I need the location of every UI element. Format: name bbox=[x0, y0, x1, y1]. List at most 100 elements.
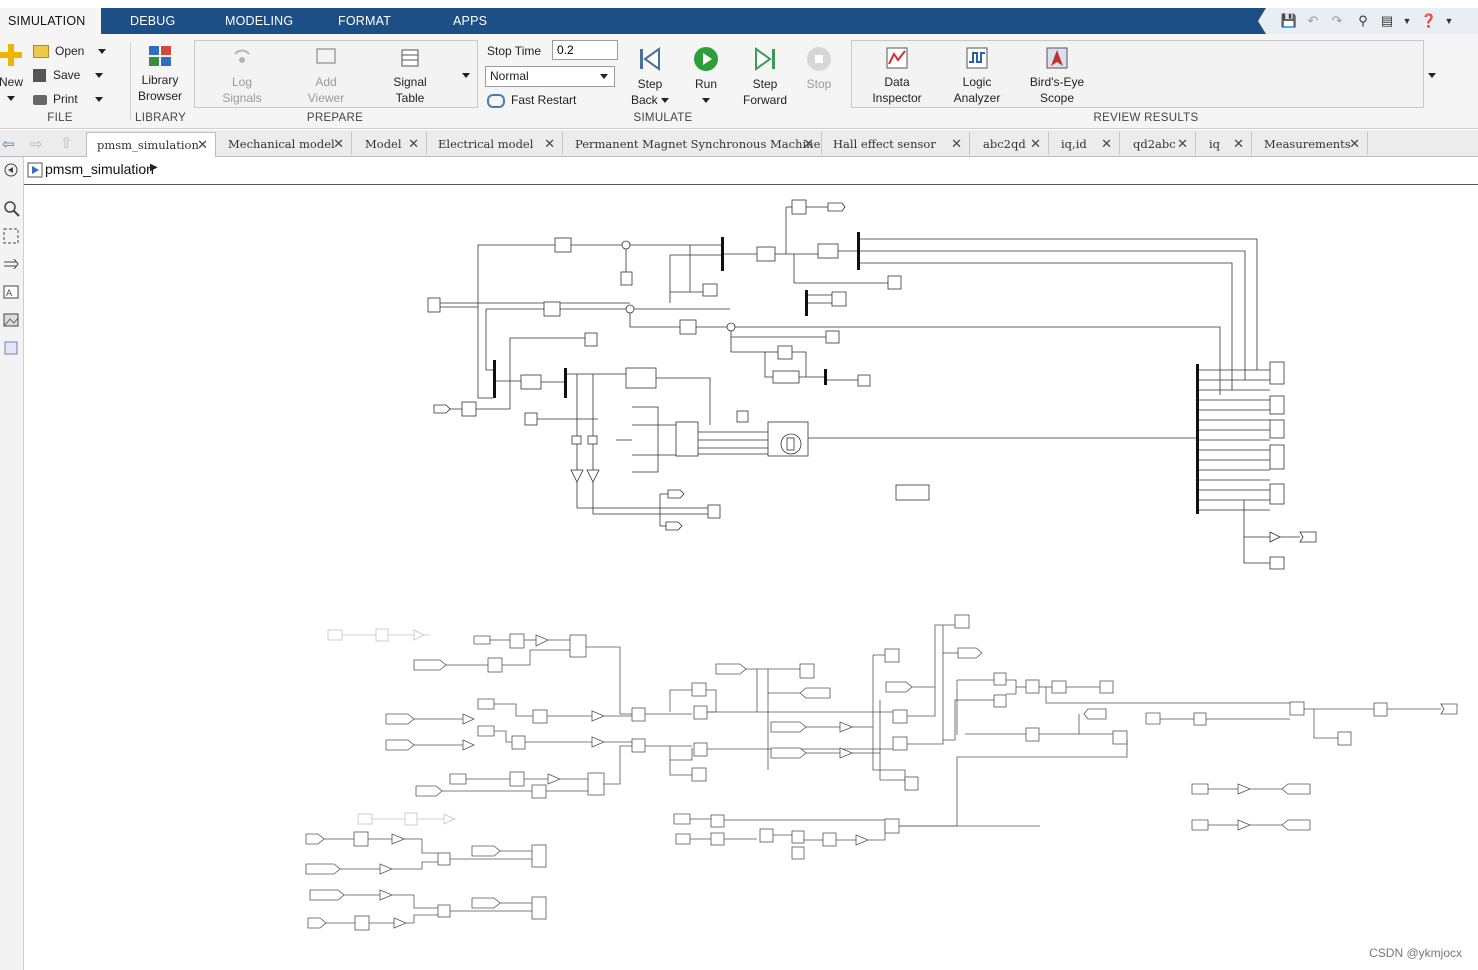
simulation-mode-select[interactable]: Normal bbox=[485, 66, 615, 87]
block[interactable] bbox=[461, 401, 477, 417]
find-icon[interactable]: ▤ bbox=[1378, 12, 1396, 30]
library-browser-button[interactable]: Library Browser bbox=[135, 44, 185, 104]
block[interactable] bbox=[857, 374, 871, 387]
step-forward-button[interactable]: Step Forward bbox=[740, 46, 790, 108]
scope-block[interactable] bbox=[1269, 419, 1285, 439]
block[interactable] bbox=[772, 370, 800, 384]
arrow-right-icon[interactable] bbox=[2, 255, 20, 273]
print-button[interactable]: Print bbox=[33, 92, 78, 106]
stop-button[interactable]: Stop bbox=[802, 46, 836, 92]
open-button[interactable]: Open bbox=[33, 44, 84, 59]
model-tab[interactable]: pmsm_simulation ✕ bbox=[86, 132, 216, 157]
save-button[interactable]: Save bbox=[33, 68, 80, 83]
tab-simulation[interactable]: SIMULATION bbox=[0, 8, 102, 34]
model-tab[interactable]: Electrical model ✕ bbox=[428, 132, 563, 155]
forward-arrow-icon[interactable]: ⇨ bbox=[30, 135, 43, 153]
block[interactable] bbox=[777, 345, 793, 360]
open-dropdown-icon[interactable] bbox=[98, 49, 106, 54]
block[interactable] bbox=[524, 412, 538, 426]
block[interactable] bbox=[791, 199, 807, 215]
print-dropdown-icon[interactable] bbox=[95, 97, 103, 102]
block[interactable] bbox=[587, 435, 598, 445]
close-icon[interactable]: ✕ bbox=[1349, 132, 1360, 156]
scope-block[interactable] bbox=[1269, 361, 1285, 385]
save-icon[interactable]: 💾 bbox=[1280, 12, 1298, 30]
area-icon[interactable] bbox=[2, 339, 20, 357]
search-icon[interactable]: ⚲ bbox=[1354, 12, 1372, 30]
breadcrumb-model[interactable]: pmsm_simulation bbox=[45, 161, 154, 177]
image-icon[interactable] bbox=[2, 311, 20, 329]
tab-apps[interactable]: APPS bbox=[453, 8, 487, 34]
block[interactable] bbox=[702, 283, 718, 297]
model-tab[interactable]: abc2qd ✕ bbox=[973, 132, 1049, 155]
close-icon[interactable]: ✕ bbox=[408, 132, 419, 156]
close-icon[interactable]: ✕ bbox=[1233, 132, 1244, 156]
tab-debug[interactable]: DEBUG bbox=[130, 8, 175, 34]
block[interactable] bbox=[625, 367, 657, 389]
data-inspector-button[interactable]: Data Inspector bbox=[862, 46, 932, 106]
close-icon[interactable]: ✕ bbox=[1030, 132, 1041, 156]
model-tab[interactable]: qd2abc ✕ bbox=[1123, 132, 1196, 155]
review-more-icon[interactable] bbox=[1428, 73, 1436, 78]
model-tab[interactable]: Permanent Magnet Synchronous Machine ✕ bbox=[565, 132, 822, 155]
model-tab[interactable]: Measurements ✕ bbox=[1254, 132, 1368, 155]
model-tab[interactable]: Hall effect sensor ✕ bbox=[823, 132, 970, 155]
add-viewer-button[interactable]: Add Viewer bbox=[298, 46, 354, 106]
annotation-icon[interactable]: A bbox=[2, 283, 20, 301]
fit-to-view-icon[interactable] bbox=[2, 227, 20, 245]
step-back-button[interactable]: Step Back bbox=[628, 46, 672, 108]
tab-format[interactable]: FORMAT bbox=[338, 8, 391, 34]
close-icon[interactable]: ✕ bbox=[951, 132, 962, 156]
block[interactable] bbox=[620, 271, 633, 286]
block[interactable] bbox=[825, 330, 840, 344]
block[interactable] bbox=[679, 319, 697, 335]
help-icon[interactable]: ❓ bbox=[1420, 12, 1438, 30]
block[interactable] bbox=[895, 484, 930, 501]
scope-block[interactable] bbox=[1269, 395, 1285, 415]
new-button[interactable]: New bbox=[0, 42, 26, 106]
save-dropdown-icon[interactable] bbox=[95, 73, 103, 78]
back-arrow-icon[interactable]: ⇦ bbox=[2, 135, 15, 153]
block[interactable] bbox=[520, 374, 542, 390]
block[interactable] bbox=[736, 410, 749, 423]
model-tab[interactable]: Mechanical model ✕ bbox=[218, 132, 352, 155]
block[interactable] bbox=[817, 243, 839, 259]
block[interactable] bbox=[707, 504, 721, 519]
block[interactable] bbox=[584, 332, 598, 347]
close-icon[interactable]: ✕ bbox=[1177, 132, 1188, 156]
model-canvas[interactable] bbox=[25, 186, 1478, 970]
close-icon[interactable]: ✕ bbox=[544, 132, 555, 156]
logic-analyzer-button[interactable]: Logic Analyzer bbox=[946, 46, 1008, 106]
close-icon[interactable]: ✕ bbox=[803, 132, 814, 156]
scope-block[interactable] bbox=[1269, 483, 1285, 505]
close-icon[interactable]: ✕ bbox=[197, 133, 208, 157]
close-icon[interactable]: ✕ bbox=[333, 132, 344, 156]
redo-icon[interactable]: ↷ bbox=[1328, 12, 1346, 30]
birds-eye-scope-button[interactable]: Bird's-Eye Scope bbox=[1024, 46, 1090, 106]
tab-modeling[interactable]: MODELING bbox=[225, 8, 293, 34]
chevron-down-icon[interactable]: ▼ bbox=[1398, 12, 1416, 30]
undo-icon[interactable]: ↶ bbox=[1304, 12, 1322, 30]
fast-restart-toggle[interactable]: Fast Restart bbox=[487, 93, 576, 108]
block[interactable] bbox=[427, 297, 441, 313]
model-tab[interactable]: iq ✕ bbox=[1199, 132, 1252, 155]
breadcrumb-arrow-icon[interactable]: ▶ bbox=[150, 162, 158, 173]
block[interactable] bbox=[554, 237, 572, 253]
run-button[interactable]: Run bbox=[688, 46, 724, 108]
hide-explorer-icon[interactable] bbox=[2, 161, 20, 179]
model-tab[interactable]: iq,id ✕ bbox=[1051, 132, 1120, 155]
block[interactable] bbox=[543, 301, 561, 317]
up-arrow-icon[interactable]: ⇧ bbox=[60, 134, 73, 152]
stop-time-input[interactable] bbox=[552, 40, 618, 60]
block[interactable] bbox=[887, 275, 902, 290]
block[interactable] bbox=[675, 421, 699, 457]
zoom-icon[interactable] bbox=[2, 199, 20, 217]
prepare-more-icon[interactable] bbox=[462, 73, 470, 78]
help-dropdown-icon[interactable]: ▼ bbox=[1440, 12, 1458, 30]
block[interactable] bbox=[756, 246, 776, 262]
log-signals-button[interactable]: Log Signals bbox=[212, 46, 272, 106]
signal-table-button[interactable]: Signal Table bbox=[382, 46, 438, 106]
scope-block[interactable] bbox=[1269, 444, 1285, 470]
close-icon[interactable]: ✕ bbox=[1101, 132, 1112, 156]
block[interactable] bbox=[571, 435, 582, 445]
